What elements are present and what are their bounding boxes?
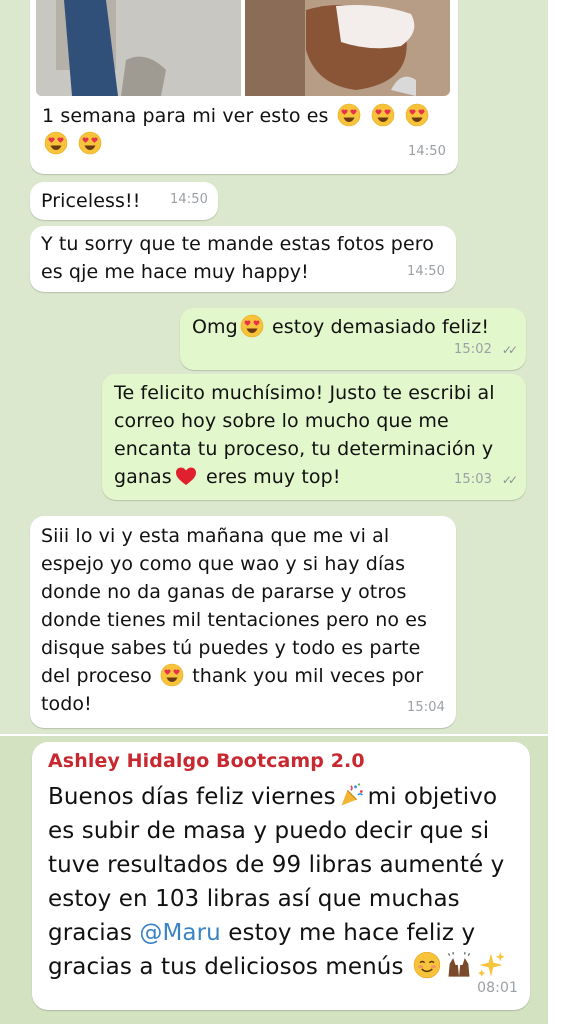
red-heart-emoji: [174, 464, 198, 488]
incoming-message[interactable]: Siii lo vi y esta mañana que me vi al es…: [30, 516, 456, 728]
incoming-photo-message[interactable]: 1 semana para mi ver esto es 14:50: [30, 0, 458, 174]
user-mention[interactable]: @Maru: [139, 920, 220, 946]
incoming-message[interactable]: Priceless!! 14:50: [30, 182, 218, 220]
sender-name[interactable]: Ashley Hidalgo Bootcamp 2.0: [48, 748, 365, 774]
heart-eyes-emoji: [405, 103, 429, 127]
double-check-icon: ✓✓: [501, 473, 518, 487]
outgoing-message[interactable]: Omg estoy demasiado feliz! 15:02 ✓✓: [180, 308, 526, 370]
message-time: 14:50: [408, 144, 446, 159]
heart-eyes-emoji: [240, 314, 264, 338]
heart-eyes-emoji: [371, 103, 395, 127]
message-text: estoy demasiado feliz!: [271, 316, 490, 338]
heart-eyes-emoji: [78, 131, 102, 155]
message-time: 15:04: [407, 700, 445, 715]
chat-screen-top: 1 semana para mi ver esto es 14:50 Price…: [0, 0, 576, 734]
heart-eyes-emoji: [337, 103, 361, 127]
smiling-face-emoji: [413, 951, 441, 979]
incoming-message[interactable]: Y tu sorry que te mande estas fotos pero…: [30, 226, 456, 292]
heart-eyes-emoji: [160, 663, 184, 687]
raising-hands-emoji: [445, 951, 473, 979]
message-text: Y tu sorry que te mande estas fotos pero…: [41, 233, 434, 283]
message-text: 1 semana para mi ver esto es: [42, 105, 329, 127]
message-time: 14:50: [170, 192, 208, 207]
double-check-icon: ✓✓: [501, 343, 518, 357]
shared-photo[interactable]: [36, 0, 450, 96]
page-edge: [548, 0, 576, 1024]
message-text: Buenos días feliz viernes: [48, 784, 336, 810]
message-text: eres muy top!: [205, 466, 341, 488]
message-text: Siii lo vi y esta mañana que me vi al es…: [41, 525, 428, 687]
chat-screen-bottom: Ashley Hidalgo Bootcamp 2.0 Buenos días …: [0, 736, 576, 1024]
party-popper-emoji: [338, 781, 366, 809]
message-time: 15:03: [454, 472, 492, 487]
message-time: 14:50: [407, 264, 445, 279]
message-text: Omg: [192, 316, 238, 338]
message-time: 08:01: [477, 980, 518, 996]
outgoing-message[interactable]: Te felicito muchísimo! Justo te escribi …: [102, 374, 526, 500]
message-text: Priceless!!: [41, 190, 141, 212]
heart-eyes-emoji: [44, 131, 68, 155]
group-message[interactable]: Ashley Hidalgo Bootcamp 2.0 Buenos días …: [32, 742, 530, 1010]
message-time: 15:02: [454, 342, 492, 357]
